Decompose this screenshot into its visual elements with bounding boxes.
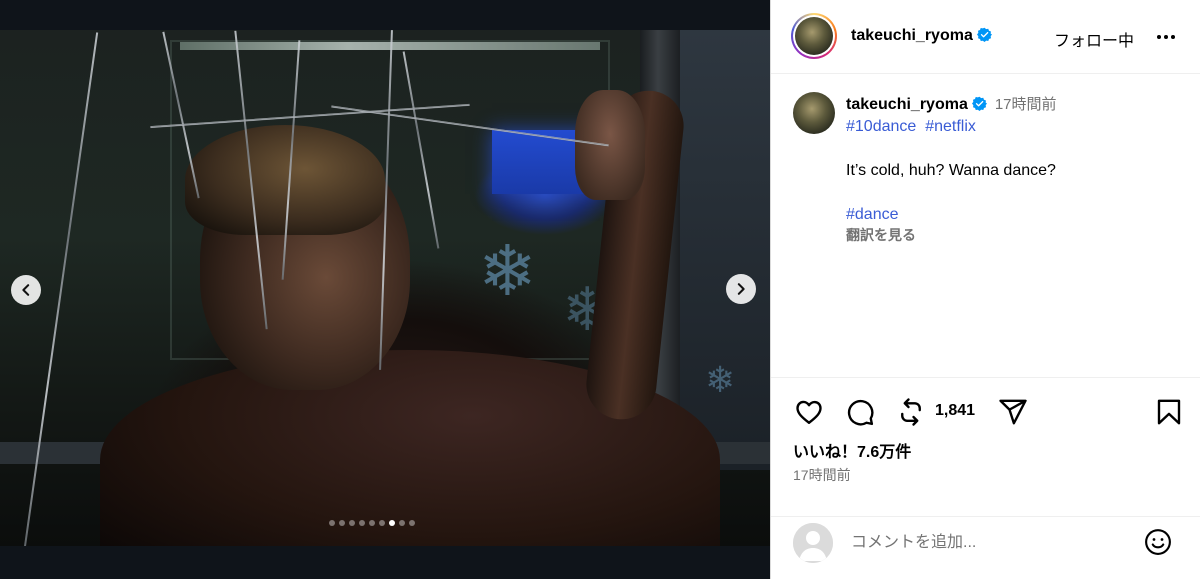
avatar-inner xyxy=(793,15,835,57)
default-avatar-icon xyxy=(793,523,833,563)
carousel-dot xyxy=(339,520,345,526)
comment-button[interactable] xyxy=(844,396,876,428)
post-timestamp[interactable]: 17時間前 xyxy=(793,465,851,485)
carousel-dot-active xyxy=(389,520,395,526)
author-username: takeuchi_ryoma xyxy=(851,27,973,44)
emoji-button[interactable] xyxy=(1143,527,1175,559)
repost-button[interactable] xyxy=(895,396,927,428)
heart-icon xyxy=(796,400,822,424)
author-avatar[interactable] xyxy=(791,13,837,59)
author-username-link[interactable]: takeuchi_ryoma xyxy=(851,27,992,45)
carousel-indicator xyxy=(329,520,415,526)
verified-badge-icon xyxy=(976,27,992,42)
hashtag-link[interactable]: #10dance xyxy=(846,118,916,135)
photo-door-panel xyxy=(680,30,770,470)
avatar-image xyxy=(795,17,833,55)
carousel-dot xyxy=(359,520,365,526)
save-button[interactable] xyxy=(1153,396,1185,428)
see-translation-link[interactable]: 翻訳を見る xyxy=(846,226,1176,244)
photo-snowflake: ❄ xyxy=(705,360,736,401)
post-side-panel: takeuchi_ryoma フォロー中 takeuchi_ryoma 17時間前… xyxy=(770,0,1200,579)
post-photo[interactable]: ❄ ❄ ❄ xyxy=(0,30,770,546)
repost-icon xyxy=(901,398,921,426)
carousel-dot xyxy=(369,520,375,526)
like-button[interactable] xyxy=(793,396,825,428)
likes-count[interactable]: いいね！7.6万件 xyxy=(793,438,911,462)
caption-hashtag-line: #dance xyxy=(846,204,1176,226)
photo-person-hand xyxy=(575,90,645,200)
verified-badge-icon xyxy=(971,96,987,111)
share-button[interactable] xyxy=(997,396,1029,428)
following-button[interactable]: フォロー中 xyxy=(1054,27,1134,51)
carousel-dot xyxy=(349,520,355,526)
media-pane: ❄ ❄ ❄ xyxy=(0,0,770,579)
carousel-prev-button[interactable] xyxy=(11,275,41,305)
carousel-dot xyxy=(379,520,385,526)
caption-username[interactable]: takeuchi_ryoma xyxy=(846,96,968,113)
repost-count[interactable]: 1,841 xyxy=(935,402,975,420)
carousel-dot xyxy=(329,520,335,526)
hashtag-link[interactable]: #netflix xyxy=(925,118,976,135)
chevron-left-icon xyxy=(22,284,30,296)
comment-bar xyxy=(771,516,1200,578)
caption-author-avatar[interactable] xyxy=(793,92,835,134)
caption-body: takeuchi_ryoma 17時間前 #10dance #netflix It… xyxy=(846,94,1176,244)
photo-snowflake: ❄ xyxy=(478,230,537,312)
comment-input[interactable] xyxy=(851,531,1131,555)
post-header: takeuchi_ryoma フォロー中 xyxy=(771,0,1200,74)
post-actions: 1,841 いいね！7.6万件 17時間前 xyxy=(771,377,1200,577)
share-icon xyxy=(999,399,1027,425)
carousel-next-button[interactable] xyxy=(726,274,756,304)
chevron-right-icon xyxy=(737,283,745,295)
bookmark-icon xyxy=(1157,399,1181,425)
caption-timestamp[interactable]: 17時間前 xyxy=(995,96,1057,113)
carousel-dot xyxy=(409,520,415,526)
hashtag-link[interactable]: #dance xyxy=(846,206,899,223)
emoji-icon xyxy=(1145,529,1171,555)
comment-icon xyxy=(847,399,874,426)
caption-hashtags: #10dance #netflix xyxy=(846,116,1176,138)
caption-text: It’s cold, huh? Wanna dance? xyxy=(846,162,1056,179)
caption-header-line: takeuchi_ryoma 17時間前 xyxy=(846,94,1176,116)
more-options-icon[interactable] xyxy=(1157,27,1181,47)
carousel-dot xyxy=(399,520,405,526)
